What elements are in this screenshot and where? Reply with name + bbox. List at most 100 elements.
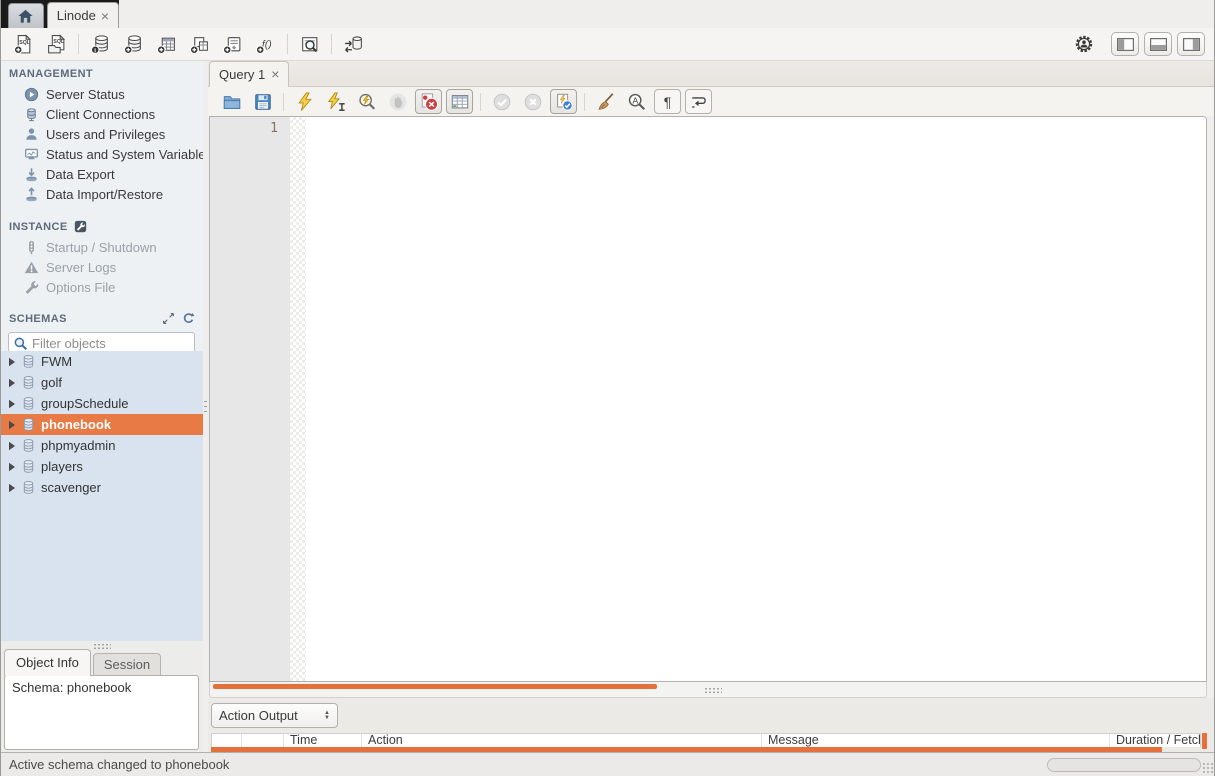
search-table-data-button[interactable] <box>296 31 322 57</box>
code-folding-margin <box>290 117 306 681</box>
expander-icon[interactable] <box>8 420 16 430</box>
find-button[interactable] <box>623 89 650 114</box>
toggle-stop-on-error-button[interactable] <box>415 89 442 114</box>
connection-tab[interactable]: Linode × <box>47 2 119 28</box>
sidebar-item-client-connections[interactable]: Client Connections <box>1 104 203 124</box>
beautify-sql-button[interactable] <box>592 89 619 114</box>
toggle-output-area-button[interactable] <box>1144 32 1172 56</box>
create-procedure-button[interactable] <box>219 31 245 57</box>
explain-button[interactable] <box>353 89 380 114</box>
column-header-blank1[interactable] <box>212 734 242 747</box>
column-header-message[interactable]: Message <box>762 734 1110 747</box>
schema-row-phonebook[interactable]: phonebook <box>1 414 203 435</box>
execute-current-button[interactable] <box>322 89 349 114</box>
tab-object-info[interactable]: Object Info <box>4 649 91 676</box>
sidebar-item-label: Users and Privileges <box>46 127 165 142</box>
execute-icon <box>295 92 315 112</box>
tab-session[interactable]: Session <box>93 653 161 676</box>
line-number-gutter: 1 <box>210 117 290 681</box>
query-tab[interactable]: Query 1 × <box>209 61 289 87</box>
toggle-word-wrap-button[interactable] <box>685 89 712 114</box>
query-tab-label: Query 1 <box>219 67 265 82</box>
rollback-button[interactable] <box>519 89 546 114</box>
schema-row-groupschedule[interactable]: groupSchedule <box>1 393 203 414</box>
toggle-invisibles-button[interactable]: ¶ <box>654 89 681 114</box>
expander-icon[interactable] <box>8 441 16 451</box>
schema-row-golf[interactable]: golf <box>1 372 203 393</box>
status-message: Active schema changed to phonebook <box>9 757 229 772</box>
query-tab-strip: Query 1 × <box>208 61 1214 87</box>
left-panel-icon <box>1117 38 1134 51</box>
close-icon[interactable]: × <box>101 9 109 23</box>
schema-row-fwm[interactable]: FWM <box>1 351 203 372</box>
home-tab[interactable] <box>8 3 44 28</box>
sidebar-item-data-import[interactable]: Data Import/Restore <box>1 184 203 204</box>
inspect-database-button[interactable] <box>87 31 113 57</box>
column-header-duration[interactable]: Duration / Fetch <box>1110 734 1200 747</box>
expander-icon[interactable] <box>8 378 16 388</box>
main-toolbar <box>1 28 1214 61</box>
schema-row-scavenger[interactable]: scavenger <box>1 477 203 498</box>
sidebar-item-users-privileges[interactable]: Users and Privileges <box>1 124 203 144</box>
line-number: 1 <box>210 117 290 136</box>
output-vertical-scrollbar[interactable] <box>1202 733 1207 749</box>
sidebar-item-status-variables[interactable]: Status and System Variables <box>1 144 203 164</box>
execute-button[interactable] <box>291 89 318 114</box>
sql-text-area[interactable] <box>306 117 1206 681</box>
expander-icon[interactable] <box>8 399 16 409</box>
schema-icon <box>21 459 36 474</box>
sidebar-item-options-file[interactable]: Options File <box>1 277 203 297</box>
column-header-time[interactable]: Time <box>284 734 362 747</box>
sidebar-item-server-status[interactable]: Server Status <box>1 84 203 104</box>
new-sql-tab-icon <box>13 34 34 55</box>
schema-name: groupSchedule <box>41 396 128 411</box>
create-function-button[interactable] <box>252 31 278 57</box>
expand-schemas-icon[interactable] <box>162 312 175 325</box>
create-table-button[interactable] <box>153 31 179 57</box>
expander-icon[interactable] <box>8 357 16 367</box>
stop-button[interactable] <box>384 89 411 114</box>
output-view-value: Action Output <box>219 708 298 723</box>
create-procedure-icon <box>222 34 243 55</box>
splitter-grip <box>204 401 207 416</box>
schema-icon <box>21 438 36 453</box>
output-view-selector[interactable]: Action Output ▲ ▼ <box>211 703 338 728</box>
action-output-header: Time Action Message Duration / Fetch <box>211 733 1201 747</box>
open-sql-script-button[interactable] <box>43 31 69 57</box>
column-header-blank2[interactable] <box>242 734 284 747</box>
sidebar-item-label: Server Status <box>46 87 125 102</box>
window-resize-grip[interactable] <box>1202 762 1213 775</box>
reconnect-dbms-button[interactable] <box>340 31 366 57</box>
close-icon[interactable]: × <box>271 67 279 81</box>
scrollbar-thumb[interactable] <box>213 684 657 689</box>
status-scrollbar-thumb[interactable] <box>1047 758 1201 772</box>
create-schema-button[interactable] <box>120 31 146 57</box>
toggle-left-sidebar-button[interactable] <box>1111 32 1139 56</box>
limit-rows-button[interactable] <box>446 89 473 114</box>
open-script-button[interactable] <box>218 89 245 114</box>
schema-filter-input[interactable] <box>32 336 190 351</box>
expander-icon[interactable] <box>8 483 16 493</box>
refresh-schemas-icon[interactable] <box>182 312 195 325</box>
sidebar-item-server-logs[interactable]: Server Logs <box>1 257 203 277</box>
expander-icon[interactable] <box>8 462 16 472</box>
toggle-right-sidebar-button[interactable] <box>1177 32 1205 56</box>
create-view-button[interactable] <box>186 31 212 57</box>
preferences-button[interactable] <box>1072 32 1096 56</box>
sidebar-item-startup-shutdown[interactable]: Startup / Shutdown <box>1 237 203 257</box>
new-sql-tab-button[interactable] <box>10 31 36 57</box>
sidebar-item-data-export[interactable]: Data Export <box>1 164 203 184</box>
connection-tab-bar: Linode × <box>1 0 1214 28</box>
schema-row-phpmyadmin[interactable]: phpmyadmin <box>1 435 203 456</box>
pilcrow-icon: ¶ <box>664 94 672 110</box>
commit-button[interactable] <box>488 89 515 114</box>
save-script-button[interactable] <box>249 89 276 114</box>
sql-editor: 1 <box>209 116 1207 682</box>
toggle-autocommit-button[interactable] <box>550 89 577 114</box>
data-import-icon <box>24 187 39 202</box>
schema-row-players[interactable]: players <box>1 456 203 477</box>
autocommit-icon <box>554 92 574 112</box>
output-resize-handle[interactable] <box>704 687 722 694</box>
column-header-action[interactable]: Action <box>362 734 762 747</box>
stop-icon <box>388 92 408 112</box>
